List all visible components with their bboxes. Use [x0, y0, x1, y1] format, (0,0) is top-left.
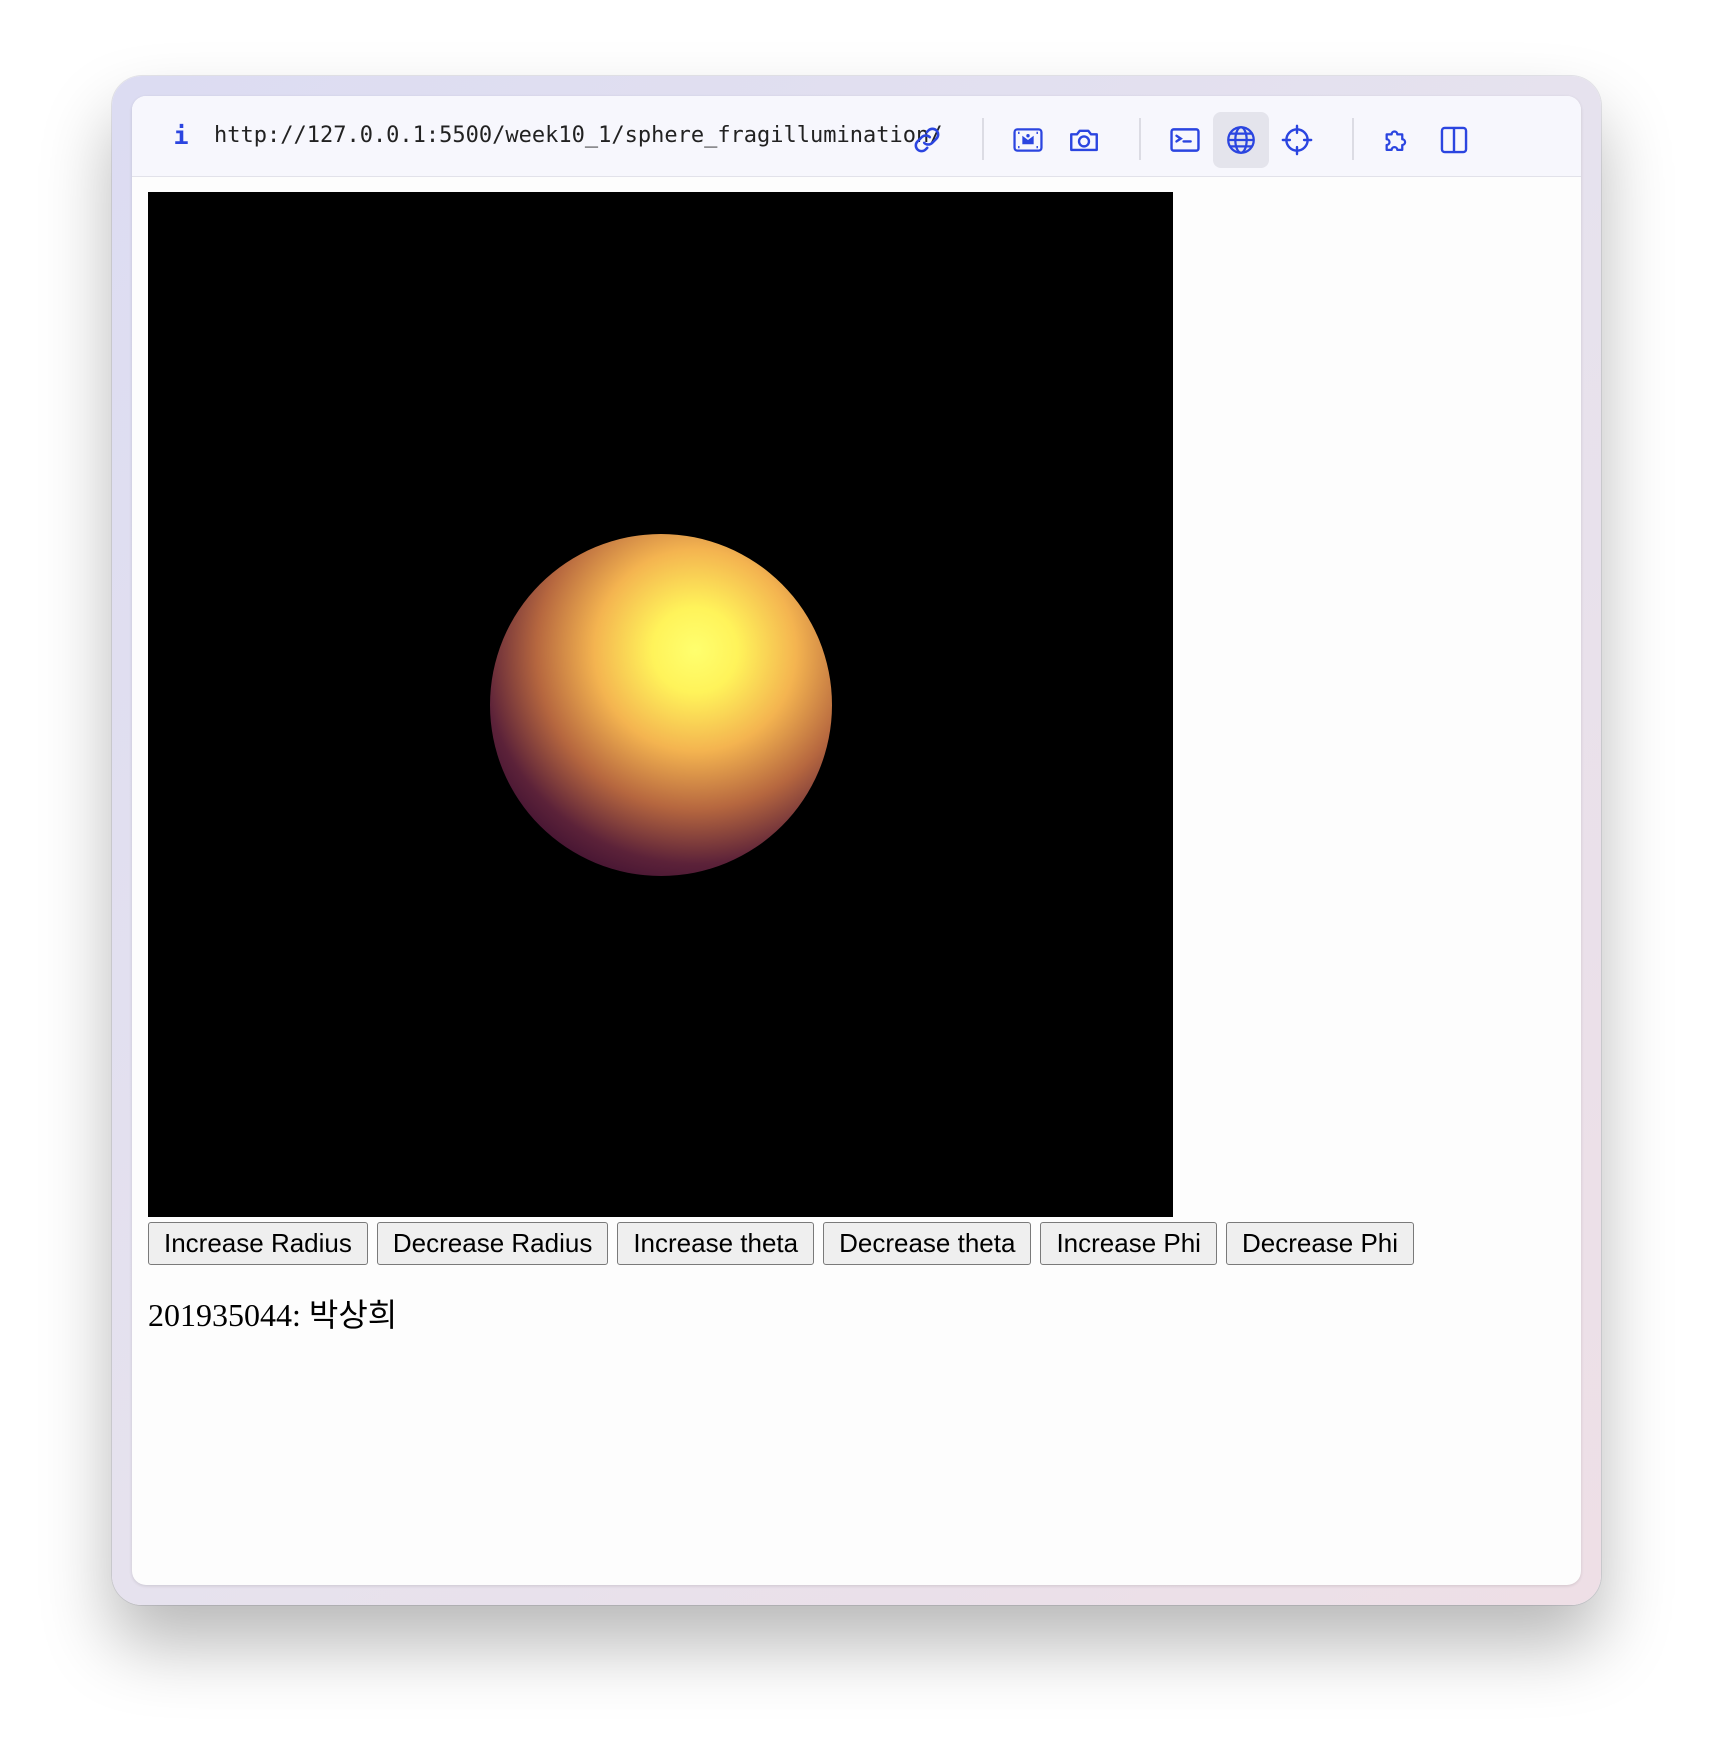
- crosshair-icon[interactable]: [1269, 112, 1325, 168]
- illuminated-sphere: [490, 534, 832, 876]
- decrease-theta-button[interactable]: Decrease theta: [823, 1222, 1032, 1265]
- increase-theta-button[interactable]: Increase theta: [617, 1222, 815, 1265]
- camera-icon[interactable]: [1056, 112, 1112, 168]
- increase-phi-button[interactable]: Increase Phi: [1040, 1222, 1217, 1265]
- decrease-radius-button[interactable]: Decrease Radius: [376, 1222, 609, 1265]
- page-content: Increase Radius Decrease Radius Increase…: [148, 192, 1581, 1585]
- globe-icon[interactable]: [1213, 112, 1269, 168]
- webgl-canvas[interactable]: [148, 192, 1173, 1217]
- browser-toolbar: i http://127.0.0.1:5500/week10_1/sphere_…: [132, 96, 1581, 177]
- browser-window: i http://127.0.0.1:5500/week10_1/sphere_…: [132, 96, 1581, 1585]
- link-icon[interactable]: [899, 112, 955, 168]
- toolbar-divider: [982, 118, 984, 160]
- decrease-phi-button[interactable]: Decrease Phi: [1225, 1222, 1415, 1265]
- increase-radius-button[interactable]: Increase Radius: [148, 1222, 368, 1265]
- toolbar-divider: [1139, 118, 1141, 160]
- window-frame: i http://127.0.0.1:5500/week10_1/sphere_…: [112, 76, 1601, 1605]
- control-buttons: Increase Radius Decrease Radius Increase…: [148, 1222, 1415, 1266]
- info-icon[interactable]: i: [168, 120, 194, 152]
- student-caption: 201935044: 박상희: [148, 1297, 398, 1333]
- puzzle-icon[interactable]: [1370, 112, 1426, 168]
- terminal-icon[interactable]: [1157, 112, 1213, 168]
- image-gallery-icon[interactable]: [1000, 112, 1056, 168]
- url-bar[interactable]: http://127.0.0.1:5500/week10_1/sphere_fr…: [214, 120, 942, 152]
- toolbar-divider: [1352, 118, 1354, 160]
- split-view-icon[interactable]: [1426, 112, 1482, 168]
